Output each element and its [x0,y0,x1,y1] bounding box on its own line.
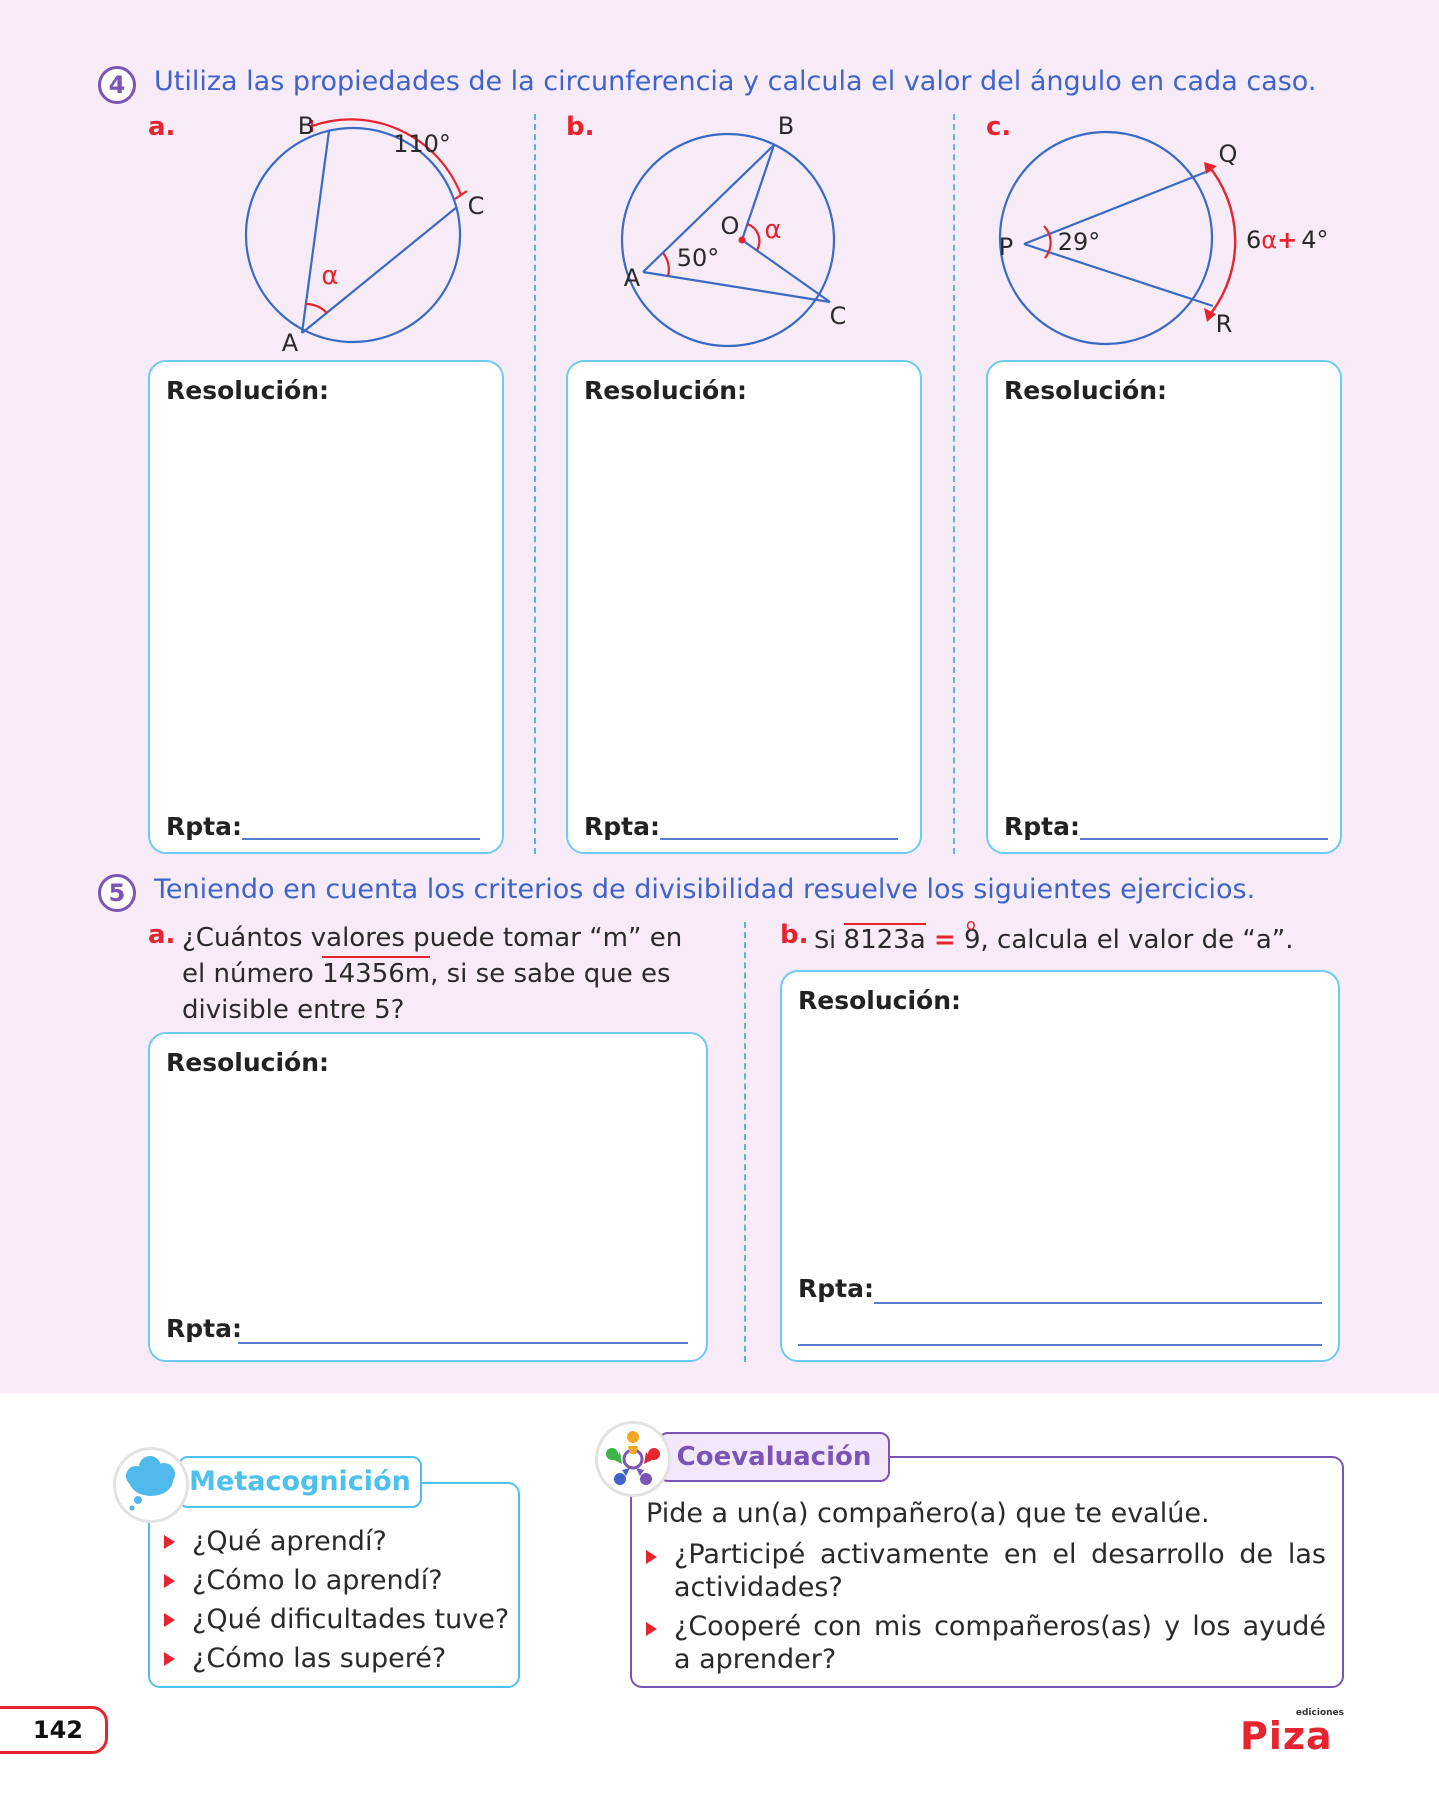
metacognition-title: Metacognición [178,1456,422,1508]
fig-b-label-a: A [624,264,641,292]
fig-b-label-alpha: α [764,215,781,245]
q5-a-line2-post: , si se sabe que es [430,959,671,989]
q5-a-line2-pre: el número [182,959,323,989]
answer-label: Rpta: [1004,812,1080,841]
answer-line-2[interactable] [798,1344,1322,1346]
metacognition-list: ¿Qué aprendí? ¿Cómo lo aprendí? ¿Qué dif… [160,1522,509,1678]
resolution-box-q5b[interactable]: Resolución: Rpta: [780,970,1340,1362]
fig-c-arc-alpha: α [1261,226,1277,254]
list-item-text: ¿Participé activamente en el desarrollo … [674,1539,1326,1603]
logo-text: Piza [1240,1714,1333,1758]
q5-b-multiple-mark: o [965,915,976,934]
resolution-label: Resolución: [584,376,747,405]
answer-label: Rpta: [584,812,660,841]
question-4-instruction: Utiliza las propiedades de la circunfere… [154,66,1317,97]
fig-c-arc-const: 4° [1301,226,1328,254]
divider-q5 [744,922,746,1362]
answer-line[interactable] [242,838,480,840]
part-b-letter: b. [566,112,595,142]
list-item: ¿Cómo las superé? [160,1639,509,1678]
bullet-triangle-icon [164,1535,175,1549]
resolution-label: Resolución: [166,376,329,405]
list-item: ¿Cooperé con mis compañeros(as) y los ay… [646,1610,1326,1676]
fig-c-arc-expression: 6α+ 4° [1246,226,1329,254]
question-4-number: 4 [98,66,136,104]
coevaluation-intro: Pide a un(a) compañero(a) que te evalúe. [646,1498,1210,1529]
figure-a-inscribed-angle: B 110° C α A [244,112,485,357]
fig-c-label-angle: 29° [1058,228,1101,256]
answer-line[interactable] [1080,838,1328,840]
resolution-label: Resolución: [1004,376,1167,405]
question-5-instruction: Teniendo en cuenta los criterios de divi… [154,874,1256,905]
fig-c-arc-plus: + [1277,226,1297,254]
resolution-box-a[interactable]: Resolución: Rpta: [148,360,504,854]
page-number: 142 [0,1706,108,1754]
list-item-text: ¿Qué aprendí? [192,1526,387,1557]
fig-c-label-q: Q [1219,140,1238,168]
list-item: ¿Participé activamente en el desarrollo … [646,1538,1326,1604]
q5-b-pre: Si [814,926,844,954]
coevaluation-title: Coevaluación [658,1432,890,1482]
q5-b-number: 8123a [843,923,926,955]
fig-c-label-r: R [1216,310,1233,338]
question-5-number: 5 [98,874,136,912]
fig-a-label-arc: 110° [393,130,451,158]
resolution-box-q5a[interactable]: Resolución: Rpta: [148,1032,708,1362]
list-item: ¿Qué dificultades tuve? [160,1600,509,1639]
bullet-triangle-icon [164,1574,175,1588]
q5-part-a-letter: a. [148,920,176,950]
q5-part-a-text: ¿Cuántos valores puede tomar “m” en el n… [182,920,710,1028]
fig-b-label-c: C [830,302,847,330]
fig-c-arc-coef: 6 [1246,226,1261,254]
answer-label: Rpta: [166,812,242,841]
fig-a-label-a: A [282,329,299,357]
fig-b-label-b: B [778,112,794,140]
resolution-label: Resolución: [166,1048,329,1077]
figure-c-inscribed-angle: Q P 29° R 6α+ 4° [999,130,1329,346]
fig-a-label-c: C [468,192,485,220]
list-item: ¿Cómo lo aprendí? [160,1561,509,1600]
q5-b-equals: = [933,925,956,955]
fig-b-label-angle: 50° [677,244,720,272]
team-people-icon [598,1424,668,1494]
answer-label: Rpta: [166,1314,242,1343]
q5-part-b-letter: b. [780,920,809,950]
fig-a-label-b: B [298,112,314,140]
answer-line[interactable] [238,1342,688,1344]
publisher-logo: ediciones Piza [1240,1708,1346,1758]
resolution-label: Resolución: [798,986,961,1015]
fig-b-label-o: O [721,212,740,240]
list-item-text: ¿Cómo las superé? [192,1643,447,1674]
list-item-text: ¿Qué dificultades tuve? [192,1604,510,1635]
part-a-letter: a. [148,112,176,142]
bullet-triangle-icon [164,1652,175,1666]
thought-cloud-icon [116,1450,186,1520]
list-item-text: ¿Cómo lo aprendí? [192,1565,443,1596]
q5-part-b-text: Si 8123a = 9o, calcula el valor de “a”. [814,915,1294,958]
q5-a-line2: el número 14356m, si se sabe que es [182,956,710,992]
bullet-triangle-icon [646,1550,657,1564]
resolution-box-b[interactable]: Resolución: Rpta: [566,360,922,854]
fig-c-label-p: P [999,233,1013,261]
list-item: ¿Qué aprendí? [160,1522,509,1561]
q5-a-line1: ¿Cuántos valores puede tomar “m” en [182,923,683,953]
q5-a-number: 14356m [322,956,431,989]
answer-line[interactable] [660,838,898,840]
resolution-box-c[interactable]: Resolución: Rpta: [986,360,1342,854]
answer-line[interactable] [874,1302,1322,1304]
figure-b-central-angle: B O α 50° A C [620,112,847,348]
q5-a-line3: divisible entre 5? [182,995,405,1025]
fig-a-label-alpha: α [321,261,338,291]
answer-label: Rpta: [798,1274,874,1303]
q5-b-multiple: 9o [964,915,981,955]
bullet-triangle-icon [646,1622,657,1636]
divider-b-c [953,114,955,854]
q5-b-post: , calcula el valor de “a”. [980,925,1294,955]
list-item-text: ¿Cooperé con mis compañeros(as) y los ay… [674,1611,1326,1675]
divider-a-b [534,114,536,854]
bullet-triangle-icon [164,1613,175,1627]
